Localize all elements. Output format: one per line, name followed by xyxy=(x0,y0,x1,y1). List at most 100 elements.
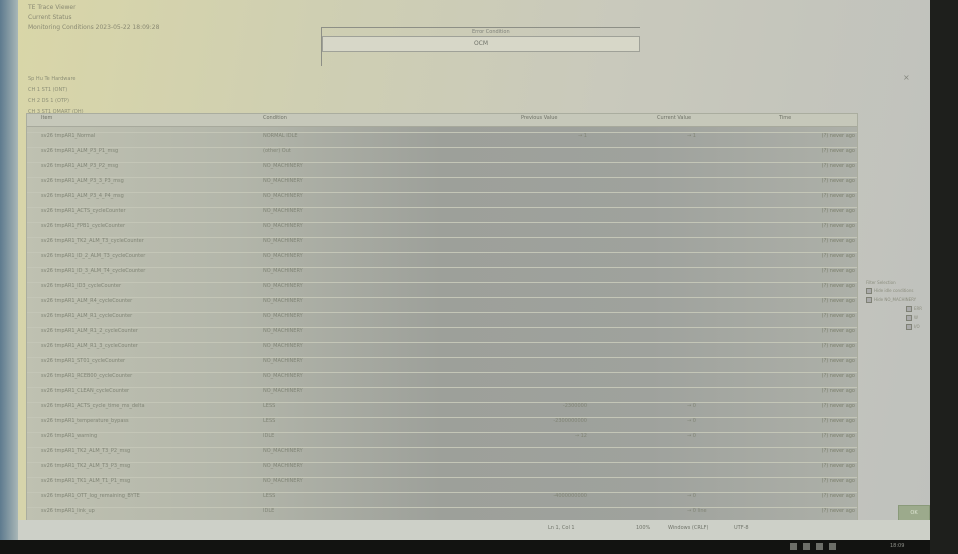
condition-cell: NO_MACHINERY xyxy=(263,253,303,259)
filter-option-2[interactable]: Hide NO_MACHINERY xyxy=(866,297,930,303)
tray-icon[interactable] xyxy=(816,543,823,550)
table-header: Item Condition Previous Value Current Va… xyxy=(27,114,857,127)
tray-icon[interactable] xyxy=(829,543,836,550)
time-cell: (?) never ago xyxy=(821,403,855,409)
time-cell: (?) never ago xyxy=(821,328,855,334)
condition-cell: NO_MACHINERY xyxy=(263,238,303,244)
monitor-bezel-right xyxy=(928,0,958,554)
table-row[interactable]: sv26 tmpAR1_RCEB00_cycleCounter NO_MACHIN… xyxy=(27,370,857,385)
table-row[interactable]: sv26 tmpAR1_TK2_ALM_T3_cycleCounter NO_MA… xyxy=(27,235,857,250)
column-header-current-value[interactable]: Current Value xyxy=(657,115,691,121)
table-row[interactable]: sv26 tmpAR1_ID_2_ALM_T3_cycleCounter NO_M… xyxy=(27,250,857,265)
condition-cell: NO_MACHINERY xyxy=(263,463,303,469)
filter-option-1[interactable]: Hide idle conditions xyxy=(866,288,930,294)
error-code-field[interactable]: OCM xyxy=(322,36,640,52)
condition-cell: NO_MACHINERY xyxy=(263,163,303,169)
item-cell: sv26 tmpAR1_Normal xyxy=(41,133,96,139)
condition-cell: NO_MACHINERY xyxy=(263,193,303,199)
time-cell: (?) never ago xyxy=(821,313,855,319)
current-value-cell: → 1 xyxy=(687,133,696,139)
table-row[interactable]: sv26 tmpAR1_TK2_ALM_T3_P3_msg NO_MACHINER… xyxy=(27,460,857,475)
condition-cell: NO_MACHINERY xyxy=(263,328,303,334)
table-row[interactable]: sv26 tmpAR1_OTT_log_remaining_BYTE LESS -4… xyxy=(27,490,857,505)
item-cell: sv26 tmpAR1_ID_2_ALM_T3_cycleCounter xyxy=(41,253,146,259)
condition-cell: LESS xyxy=(263,403,276,409)
close-icon[interactable]: × xyxy=(903,73,910,82)
table-row[interactable]: sv26 tmpAR1_TK1_ALM_T1_P1_msg NO_MACHINER… xyxy=(27,475,857,490)
level-option-1[interactable]: ERR xyxy=(906,306,930,312)
current-value-cell: → 0 xyxy=(687,493,696,499)
column-header-time[interactable]: Time xyxy=(779,115,791,121)
condition-cell: NO_MACHINERY xyxy=(263,268,303,274)
taskbar-clock[interactable]: 18:09 xyxy=(890,543,904,549)
item-cell: sv26 tmpAR1_ALM_R1_2_cycleCounter xyxy=(41,328,138,334)
table-row[interactable]: sv26 tmpAR1_TK2_ALM_T3_P2_msg NO_MACHINER… xyxy=(27,445,857,460)
time-cell: (?) never ago xyxy=(821,358,855,364)
column-header-condition[interactable]: Condition xyxy=(263,115,287,121)
error-condition-caption: Error Condition xyxy=(472,29,510,35)
time-cell: (?) never ago xyxy=(821,418,855,424)
column-header-previous-value[interactable]: Previous Value xyxy=(521,115,557,121)
time-cell: (?) never ago xyxy=(821,223,855,229)
table-row[interactable]: sv26 tmpAR1_ST01_cycleCounter NO_MACHINER… xyxy=(27,355,857,370)
window-title: TE Trace Viewer xyxy=(28,4,76,11)
checkbox-icon[interactable] xyxy=(866,297,872,303)
time-cell: (?) never ago xyxy=(821,253,855,259)
table-row[interactable]: sv26 tmpAR1_link_up IDLE → 0 line (?) never… xyxy=(27,505,857,520)
previous-value-cell: -2300000 xyxy=(562,403,587,409)
monitoring-timestamp: Monitoring Conditions 2023-05-22 18:09:2… xyxy=(28,24,160,31)
filter-panel-title: Filter Selection xyxy=(866,280,896,285)
checkbox-icon[interactable] xyxy=(906,324,912,330)
tray-icon[interactable] xyxy=(790,543,797,550)
table-row[interactable]: sv26 tmpAR1_ALM_P3_P2_msg NO_MACHINERY (?)… xyxy=(27,160,857,175)
cursor-position: Ln 1, Col 1 xyxy=(548,525,575,531)
time-cell: (?) never ago xyxy=(821,433,855,439)
table-row[interactable]: sv26 tmpAR1_ALM_P3_P1_msg (other) Out (?) … xyxy=(27,145,857,160)
condition-cell: NO_MACHINERY xyxy=(263,313,303,319)
current-value-cell: → 0 line xyxy=(687,508,707,514)
time-cell: (?) never ago xyxy=(821,193,855,199)
previous-value-cell: -4000000000 xyxy=(553,493,587,499)
table-row[interactable]: sv26 tmpAR1_ALM_R1_cycleCounter NO_MACHIN… xyxy=(27,310,857,325)
item-cell: sv26 tmpAR1_TK1_ALM_T1_P1_msg xyxy=(41,478,131,484)
column-header-item[interactable]: Item xyxy=(41,115,52,121)
item-cell: sv26 tmpAR1_warning xyxy=(41,433,98,439)
time-cell: (?) never ago xyxy=(821,478,855,484)
item-cell: sv26 tmpAR1_CLEAN_cycleCounter xyxy=(41,388,130,394)
time-cell: (?) never ago xyxy=(821,268,855,274)
item-cell: sv26 tmpAR1_ALM_R1_cycleCounter xyxy=(41,313,133,319)
item-cell: sv26 tmpAR1_ID3_cycleCounter xyxy=(41,283,122,289)
time-cell: (?) never ago xyxy=(821,463,855,469)
ok-button[interactable]: OK xyxy=(898,505,930,521)
table-row[interactable]: sv26 tmpAR1_ALM_P3_4_P4_msg NO_MACHINERY (… xyxy=(27,190,857,205)
time-cell: (?) never ago xyxy=(821,508,855,514)
checkbox-icon[interactable] xyxy=(906,315,912,321)
table-row[interactable]: sv26 tmpAR1_ID3_cycleCounter NO_MACHINERY… xyxy=(27,280,857,295)
tray-icon[interactable] xyxy=(803,543,810,550)
time-cell: (?) never ago xyxy=(821,283,855,289)
checkbox-icon[interactable] xyxy=(866,288,872,294)
table-row[interactable]: sv26 tmpAR1_ALM_R4_cycleCounter NO_MACHIN… xyxy=(27,295,857,310)
item-cell: sv26 tmpAR1_ACTS_cycleCounter xyxy=(41,208,126,214)
table-row[interactable]: sv26 tmpAR1_warning IDLE → 12 → 0 (?) never … xyxy=(27,430,857,445)
table-row[interactable]: sv26 tmpAR1_Normal NORMAL IDLE → 1 → 1 (?) n… xyxy=(27,130,857,145)
table-row[interactable]: sv26 tmpAR1_FPB1_cycleCounter NO_MACHINER… xyxy=(27,220,857,235)
monitor-bezel-left xyxy=(0,0,18,554)
table-row[interactable]: sv26 tmpAR1_ALM_R1_2_cycleCounter NO_MACH… xyxy=(27,325,857,340)
table-row[interactable]: sv26 tmpAR1_ACTS_cycleCounter NO_MACHINER… xyxy=(27,205,857,220)
table-row[interactable]: sv26 tmpAR1_ID_3_ALM_T4_cycleCounter NO_M… xyxy=(27,265,857,280)
condition-cell: NO_MACHINERY xyxy=(263,283,303,289)
table-row[interactable]: sv26 tmpAR1_CLEAN_cycleCounter NO_MACHINE… xyxy=(27,385,857,400)
level-option-3[interactable]: I/O xyxy=(906,324,930,330)
table-row[interactable]: sv26 tmpAR1_temperature_bypass LESS -23000… xyxy=(27,415,857,430)
table-row[interactable]: sv26 tmpAR1_ACTS_cycle_time_ms_delta LESS… xyxy=(27,400,857,415)
checkbox-icon[interactable] xyxy=(906,306,912,312)
item-cell: sv26 tmpAR1_TK2_ALM_T3_cycleCounter xyxy=(41,238,144,244)
app-window: TE Trace Viewer Current Status Monitorin… xyxy=(18,0,930,540)
level-option-2[interactable]: W xyxy=(906,315,930,321)
time-cell: (?) never ago xyxy=(821,493,855,499)
previous-value-cell: -2300000000 xyxy=(553,418,587,424)
table-row[interactable]: sv26 tmpAR1_ALM_P3_3_P3_msg NO_MACHINERY (… xyxy=(27,175,857,190)
table-row[interactable]: sv26 tmpAR1_ALM_R1_3_cycleCounter NO_MACH… xyxy=(27,340,857,355)
previous-value-cell: → 12 xyxy=(574,433,587,439)
